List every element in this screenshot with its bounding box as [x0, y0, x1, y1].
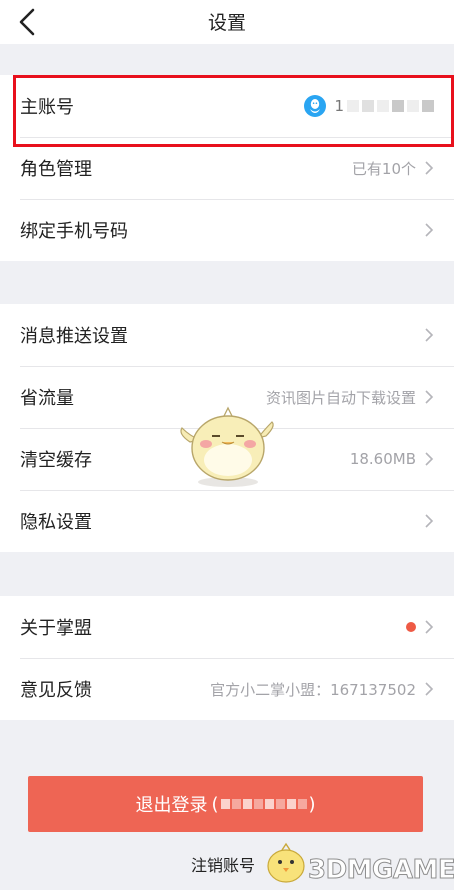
account-number-masked: 1 — [334, 97, 434, 115]
bind-phone-row[interactable]: 绑定手机号码 — [0, 199, 454, 261]
page-title: 设置 — [207, 12, 246, 34]
role-count-value: 已有10个 — [351, 159, 416, 178]
feedback-row[interactable]: 意见反馈 官方小二掌小盟：167137502 — [0, 658, 454, 720]
mosaic-block — [392, 100, 404, 112]
role-management-label: 角色管理 — [20, 159, 92, 180]
new-badge-dot — [406, 622, 416, 632]
logout-button[interactable]: 退出登录 ( ) — [28, 776, 423, 832]
logout-account-masked: ( ) — [211, 794, 315, 815]
chevron-right-icon — [425, 452, 434, 466]
mosaic-block — [253, 799, 263, 809]
chevron-right-icon — [425, 161, 434, 175]
logout-label: 退出登录 — [135, 795, 208, 816]
mosaic-block — [264, 799, 274, 809]
data-saver-value: 资讯图片自动下载设置 — [265, 388, 416, 407]
about-settings-group: 关于掌盟 意见反馈 官方小二掌小盟：167137502 — [0, 596, 454, 720]
chevron-right-icon — [425, 390, 434, 404]
main-account-label: 主账号 — [20, 97, 74, 118]
push-settings-row[interactable]: 消息推送设置 — [0, 304, 454, 366]
mosaic-block — [242, 799, 252, 809]
watermark-text: 3DMGAME — [307, 855, 454, 886]
account-number-prefix: 1 — [334, 97, 344, 115]
mosaic-block — [220, 799, 230, 809]
privacy-settings-label: 隐私设置 — [20, 512, 92, 533]
push-settings-label: 消息推送设置 — [20, 326, 128, 347]
account-settings-group: 主账号 1 角色管理 已有10个 绑定手机号码 — [0, 75, 454, 261]
mosaic-block — [347, 100, 359, 112]
mosaic-block — [231, 799, 241, 809]
watermark-chick-icon — [267, 842, 305, 883]
mosaic-block — [297, 799, 307, 809]
mosaic-block — [407, 100, 419, 112]
feedback-label: 意见反馈 — [20, 680, 92, 701]
mosaic-block — [286, 799, 296, 809]
cancel-account-link[interactable]: 注销账号 — [191, 852, 255, 876]
cache-size-value: 18.60MB — [349, 450, 416, 468]
feedback-contact-value: 官方小二掌小盟：167137502 — [210, 680, 416, 699]
main-account-value: 1 — [304, 95, 434, 117]
close-paren: ) — [308, 793, 316, 815]
open-paren: ( — [211, 793, 219, 815]
mascot-chick-sticker — [180, 406, 274, 487]
mosaic-block — [422, 100, 434, 112]
clear-cache-label: 清空缓存 — [20, 450, 92, 471]
bind-phone-label: 绑定手机号码 — [20, 221, 128, 242]
mosaic-block — [275, 799, 285, 809]
qq-icon — [304, 95, 327, 117]
chevron-right-icon — [425, 514, 434, 528]
role-management-row[interactable]: 角色管理 已有10个 — [0, 137, 454, 199]
chevron-right-icon — [425, 328, 434, 342]
main-account-row[interactable]: 主账号 1 — [0, 75, 454, 137]
mosaic-block — [377, 100, 389, 112]
chevron-right-icon — [425, 682, 434, 696]
privacy-settings-row[interactable]: 隐私设置 — [0, 490, 454, 552]
about-app-row[interactable]: 关于掌盟 — [0, 596, 454, 658]
data-saver-label: 省流量 — [20, 388, 74, 409]
navigation-bar: 设置 — [0, 0, 454, 44]
about-app-label: 关于掌盟 — [20, 618, 92, 639]
chevron-right-icon — [425, 620, 434, 634]
mosaic-block — [362, 100, 374, 112]
chevron-right-icon — [425, 223, 434, 237]
